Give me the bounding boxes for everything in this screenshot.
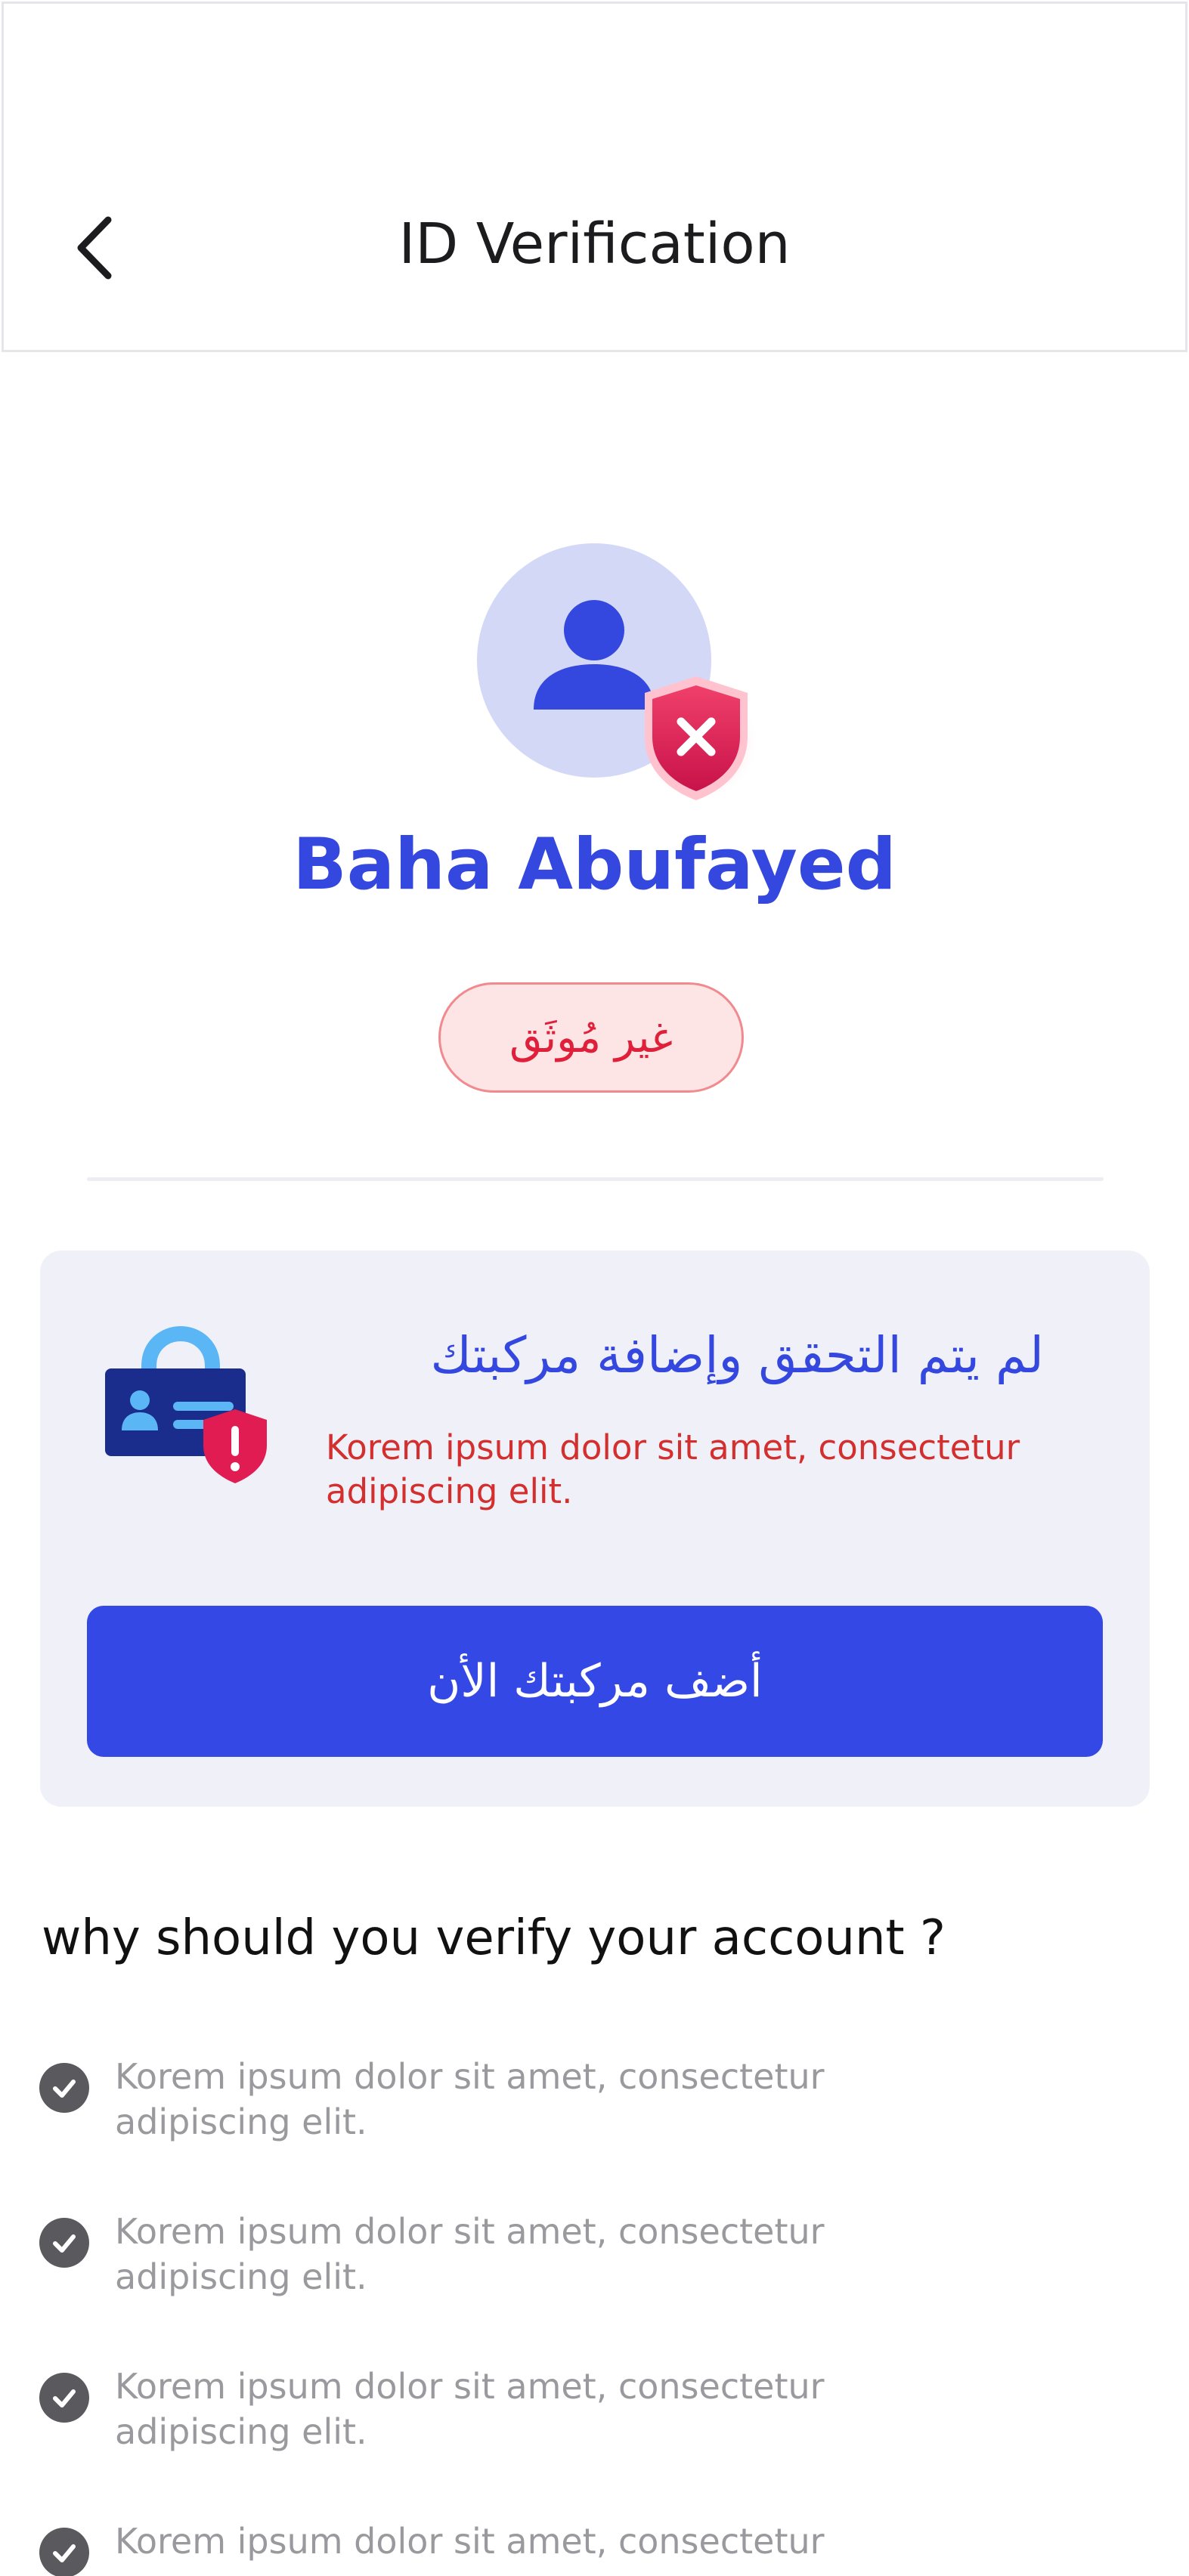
app-header: ID Verification [2, 2, 1187, 352]
verification-warning-card: لم يتم التحقق وإضافة مركبتك Korem ipsum … [40, 1251, 1150, 1807]
benefit-text: Korem ipsum dolor sit amet, consectetur [115, 2521, 825, 2562]
benefit-text: Korem ipsum dolor sit amet, consectetur … [115, 2211, 825, 2297]
benefit-item: Korem ipsum dolor sit amet, consectetur … [39, 2364, 946, 2477]
check-icon [39, 2373, 89, 2423]
benefit-item: Korem ipsum dolor sit amet, consectetur … [39, 2209, 946, 2322]
page-title: ID Verification [398, 212, 791, 277]
user-name: Baha Abufayed [293, 824, 896, 906]
check-icon [39, 2063, 89, 2113]
check-icon [39, 2218, 89, 2268]
benefit-text: Korem ipsum dolor sit amet, consectetur … [115, 2056, 825, 2142]
section-title: why should you verify your account ? [42, 1910, 946, 1966]
check-icon [39, 2528, 89, 2576]
benefit-text: Korem ipsum dolor sit amet, consectetur … [115, 2366, 825, 2452]
id-card-lock-icon [105, 1325, 267, 1483]
add-vehicle-button[interactable]: أضف مركبتك الأن [87, 1606, 1103, 1757]
page: ID Verification Baha Abufayed غير مُوثَق… [0, 0, 1189, 2576]
benefit-item: Korem ipsum dolor sit amet, consectetur [39, 2519, 946, 2576]
benefit-item: Korem ipsum dolor sit amet, consectetur … [39, 2054, 946, 2167]
divider [87, 1177, 1104, 1181]
warning-description: Korem ipsum dolor sit amet, consectetur … [326, 1427, 1020, 1511]
shield-x-icon [636, 670, 757, 806]
warning-title: لم يتم التحقق وإضافة مركبتك [430, 1326, 1045, 1384]
avatar [477, 543, 757, 800]
status-badge: غير مُوثَق [438, 982, 744, 1093]
